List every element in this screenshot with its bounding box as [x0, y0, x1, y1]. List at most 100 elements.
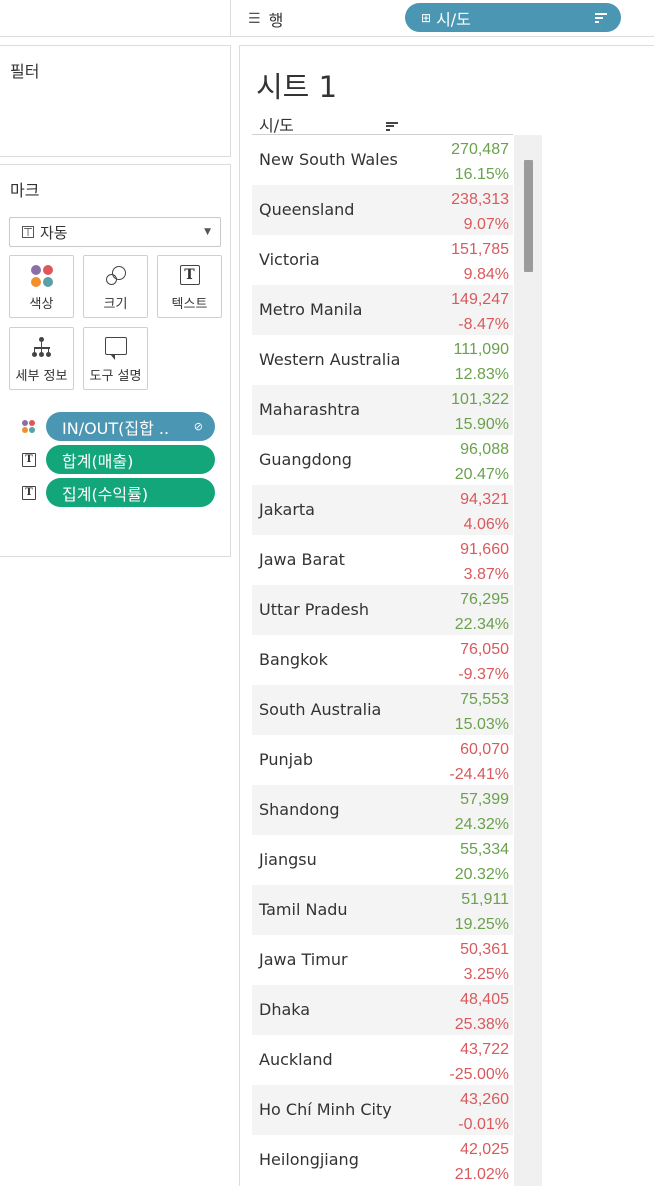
table-row[interactable]: Uttar Pradesh 76,295 22.34%: [252, 585, 513, 635]
table-row[interactable]: Queensland 238,313 9.07%: [252, 185, 513, 235]
row-values: 270,487 16.15%: [451, 137, 509, 187]
column-header-sido[interactable]: 시/도: [259, 112, 294, 136]
row-region-name: Jawa Timur: [259, 950, 348, 969]
row-region-name: Ho Chí Minh City: [259, 1100, 392, 1119]
shelf-left-area: [0, 0, 231, 37]
row-values: 50,361 3.25%: [460, 937, 509, 987]
row-sales-value: 48,405: [460, 991, 509, 1008]
row-values: 43,260 -0.01%: [458, 1087, 509, 1137]
row-ratio-value: -24.41%: [449, 766, 509, 783]
row-values: 94,321 4.06%: [460, 487, 509, 537]
row-ratio-value: 21.02%: [454, 1166, 509, 1183]
row-region-name: Punjab: [259, 750, 314, 769]
row-region-name: Metro Manila: [259, 300, 363, 319]
row-ratio-value: 9.84%: [463, 266, 509, 283]
row-ratio-value: 20.47%: [454, 466, 509, 483]
row-ratio-value: -9.37%: [458, 666, 509, 683]
table-row[interactable]: Tamil Nadu 51,911 19.25%: [252, 885, 513, 935]
row-region-name: Shandong: [259, 800, 340, 819]
rows-pill-sido[interactable]: ⊞ 시/도: [405, 3, 621, 32]
table-row[interactable]: New South Wales 270,487 16.15%: [252, 135, 513, 185]
row-values: 60,070 -24.41%: [449, 737, 509, 787]
chevron-down-icon[interactable]: ▼: [204, 227, 211, 237]
marks-title: 마크: [10, 181, 40, 200]
row-region-name: Maharashtra: [259, 400, 361, 419]
table-row[interactable]: Shandong 57,399 24.32%: [252, 785, 513, 835]
field-pill-inout[interactable]: IN/OUT(집합 .. ⊘: [46, 412, 215, 441]
table-row[interactable]: Western Australia 111,090 12.83%: [252, 335, 513, 385]
row-sales-value: 43,722: [460, 1041, 509, 1058]
mark-type-value: 자동: [40, 223, 68, 242]
size-button-label: 크기: [103, 297, 128, 312]
row-ratio-value: 25.38%: [454, 1016, 509, 1033]
sheet-title: 시트 1: [256, 70, 338, 104]
row-region-name: Bangkok: [259, 650, 328, 669]
row-values: 42,025 21.02%: [455, 1137, 509, 1186]
row-values: 238,313 9.07%: [451, 187, 509, 237]
table-row[interactable]: Dhaka 48,405 25.38%: [252, 985, 513, 1035]
field-pill-sales[interactable]: 합계(매출): [46, 445, 215, 474]
row-ratio-value: 15.03%: [454, 716, 509, 733]
row-ratio-value: 16.15%: [454, 166, 509, 183]
color-button[interactable]: 색상: [9, 255, 74, 318]
table-row[interactable]: Jawa Barat 91,660 3.87%: [252, 535, 513, 585]
text-button-label: 텍스트: [171, 297, 208, 312]
row-values: 76,295 22.34%: [455, 587, 509, 637]
row-values: 48,405 25.38%: [455, 987, 509, 1037]
row-values: 101,322 15.90%: [451, 387, 509, 437]
row-sales-value: 57,399: [460, 791, 509, 808]
vertical-scrollbar[interactable]: [514, 135, 542, 1186]
row-sales-value: 270,487: [451, 141, 509, 158]
mark-type-select[interactable]: ⊤ 자동 ▼: [9, 217, 221, 247]
row-sales-value: 111,090: [453, 341, 509, 358]
table-row[interactable]: Jiangsu 55,334 20.32%: [252, 835, 513, 885]
row-sales-value: 238,313: [451, 191, 509, 208]
row-sales-value: 151,785: [451, 241, 509, 258]
row-sales-value: 51,911: [461, 891, 509, 908]
row-region-name: Jiangsu: [259, 850, 317, 869]
filters-card[interactable]: 필터: [0, 45, 231, 157]
sort-descending-icon[interactable]: [386, 120, 398, 132]
scrollbar-thumb[interactable]: [524, 160, 533, 272]
table-row[interactable]: South Australia 75,553 15.03%: [252, 685, 513, 735]
auto-mark-icon: ⊤: [22, 225, 34, 239]
table-row[interactable]: Jawa Timur 50,361 3.25%: [252, 935, 513, 985]
row-values: 151,785 9.84%: [451, 237, 509, 287]
table-row[interactable]: Jakarta 94,321 4.06%: [252, 485, 513, 535]
table-row[interactable]: Metro Manila 149,247 -8.47%: [252, 285, 513, 335]
table-row[interactable]: Guangdong 96,088 20.47%: [252, 435, 513, 485]
row-sales-value: 43,260: [460, 1091, 509, 1108]
marks-card: 마크 ⊤ 자동 ▼ 색상 크기 T 텍스트 세부 정보 도구 설명 IN/OUT…: [0, 164, 231, 557]
table-row[interactable]: Auckland 43,722 -25.00%: [252, 1035, 513, 1085]
rows-shelf-label: ☰ 행: [248, 7, 283, 31]
row-ratio-value: 20.32%: [454, 866, 509, 883]
field-pill-profit-ratio[interactable]: 집계(수익률): [46, 478, 215, 507]
size-button[interactable]: 크기: [83, 255, 148, 318]
worksheet-view: 시트 1 시/도 New South Wales 270,487 16.15% Que…: [239, 45, 654, 1186]
row-values: 55,334 20.32%: [455, 837, 509, 887]
row-values: 43,722 -25.00%: [449, 1037, 509, 1087]
table-row[interactable]: Bangkok 76,050 -9.37%: [252, 635, 513, 685]
row-values: 57,399 24.32%: [455, 787, 509, 837]
row-values: 51,911 19.25%: [455, 887, 509, 937]
detail-button[interactable]: 세부 정보: [9, 327, 74, 390]
expand-icon[interactable]: ⊞: [421, 11, 431, 25]
table-row[interactable]: Victoria 151,785 9.84%: [252, 235, 513, 285]
row-ratio-value: 24.32%: [454, 816, 509, 833]
table-row[interactable]: Maharashtra 101,322 15.90%: [252, 385, 513, 435]
tooltip-button[interactable]: 도구 설명: [83, 327, 148, 390]
table-row[interactable]: Heilongjiang 42,025 21.02%: [252, 1135, 513, 1185]
row-values: 149,247 -8.47%: [451, 287, 509, 337]
row-ratio-value: 3.87%: [463, 566, 509, 583]
color-button-label: 색상: [29, 297, 54, 312]
table-row[interactable]: Punjab 60,070 -24.41%: [252, 735, 513, 785]
table-row[interactable]: Ho Chí Minh City 43,260 -0.01%: [252, 1085, 513, 1135]
text-button[interactable]: T 텍스트: [157, 255, 222, 318]
size-icon: [105, 265, 127, 287]
row-sales-value: 76,050: [460, 641, 509, 658]
row-sales-value: 50,361: [460, 941, 509, 958]
row-sales-value: 42,025: [460, 1141, 509, 1158]
row-region-name: Auckland: [259, 1050, 333, 1069]
row-sales-value: 55,334: [460, 841, 509, 858]
row-ratio-value: 22.34%: [454, 616, 509, 633]
